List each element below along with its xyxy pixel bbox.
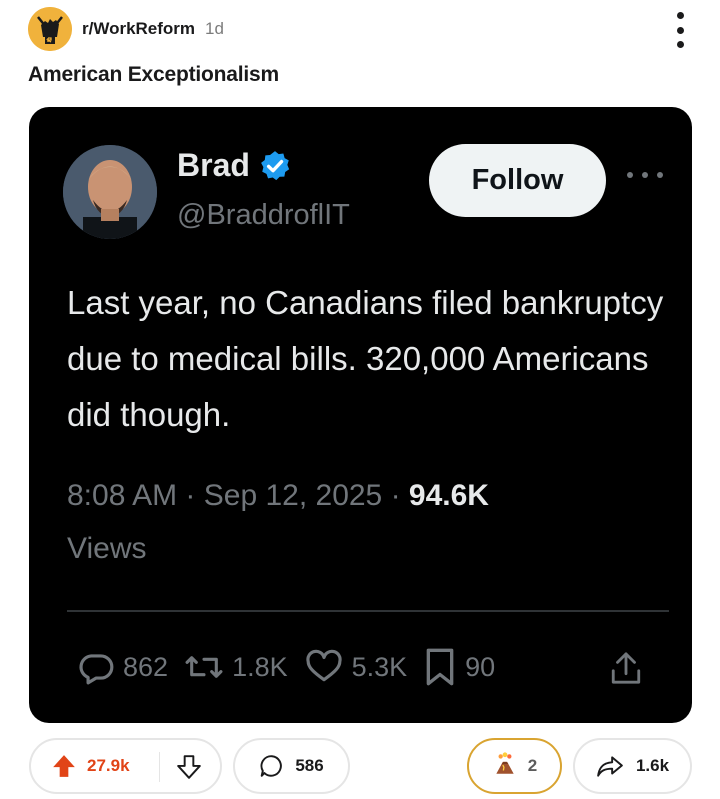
tweet-image[interactable]: Brad @BraddroflIT Follow Last year, no C… — [29, 107, 692, 723]
subreddit-icon[interactable] — [28, 7, 72, 51]
author-name[interactable]: Brad — [177, 147, 292, 184]
post-title[interactable]: American Exceptionalism — [28, 63, 279, 87]
award-button[interactable]: 2 — [467, 738, 562, 794]
views-label: Views — [67, 532, 147, 565]
comment-button[interactable]: 586 — [233, 738, 350, 794]
kebab-menu-icon[interactable] — [672, 12, 688, 48]
tweet-date: Sep 12, 2025 — [203, 479, 383, 512]
comment-count: 586 — [295, 756, 324, 775]
bookmark-count: 90 — [465, 651, 496, 682]
award-count: 2 — [527, 756, 538, 775]
reply-icon — [79, 654, 114, 685]
repost-count: 1.8K — [232, 651, 288, 682]
upvote-button[interactable]: 27.9k — [51, 753, 130, 779]
vote-separator — [159, 752, 160, 782]
like-icon — [305, 649, 342, 682]
author-handle[interactable]: @BraddroflIT — [177, 199, 350, 232]
award-icon — [492, 751, 518, 782]
comment-icon — [260, 755, 283, 777]
bookmark-icon — [426, 648, 454, 686]
author-name-text: Brad — [177, 147, 250, 183]
follow-button[interactable]: Follow — [429, 144, 606, 217]
reply-stat: 862 — [77, 648, 168, 686]
divider — [67, 610, 669, 612]
like-stat: 5.3K — [304, 648, 408, 686]
reply-count: 862 — [123, 651, 169, 682]
share-button[interactable]: 1.6k — [573, 738, 692, 794]
upvote-icon — [53, 755, 75, 777]
post-header: r/WorkReform 1d — [28, 7, 224, 51]
repost-stat: 1.8K — [184, 648, 288, 686]
vote-control: 27.9k — [29, 738, 222, 794]
repost-icon — [185, 656, 223, 678]
post-action-bar: 27.9k 586 2 1.6k — [0, 738, 720, 794]
share-arrow-icon — [597, 756, 623, 777]
upvote-count: 27.9k — [87, 756, 130, 775]
views-count: 94.6K — [408, 479, 489, 512]
more-icon[interactable] — [627, 167, 663, 183]
tweet-stats: 862 1.8K 5.3K 90 — [77, 642, 657, 692]
bookmark-stat: 90 — [423, 647, 495, 687]
like-count: 5.3K — [351, 651, 408, 682]
avatar — [63, 145, 157, 239]
tweet-meta: 8:08 AM · Sep 12, 2025 · 94.6K — [67, 479, 489, 512]
share-count: 1.6k — [635, 756, 670, 775]
subreddit-name[interactable]: r/WorkReform — [82, 19, 195, 39]
downvote-icon[interactable] — [176, 754, 202, 780]
share-icon — [611, 652, 641, 684]
tweet-time: 8:08 AM — [67, 479, 178, 512]
tweet-text: Last year, no Canadians filed bankruptcy… — [67, 284, 664, 433]
verified-icon — [261, 150, 290, 180]
post-age: 1d — [205, 19, 224, 38]
